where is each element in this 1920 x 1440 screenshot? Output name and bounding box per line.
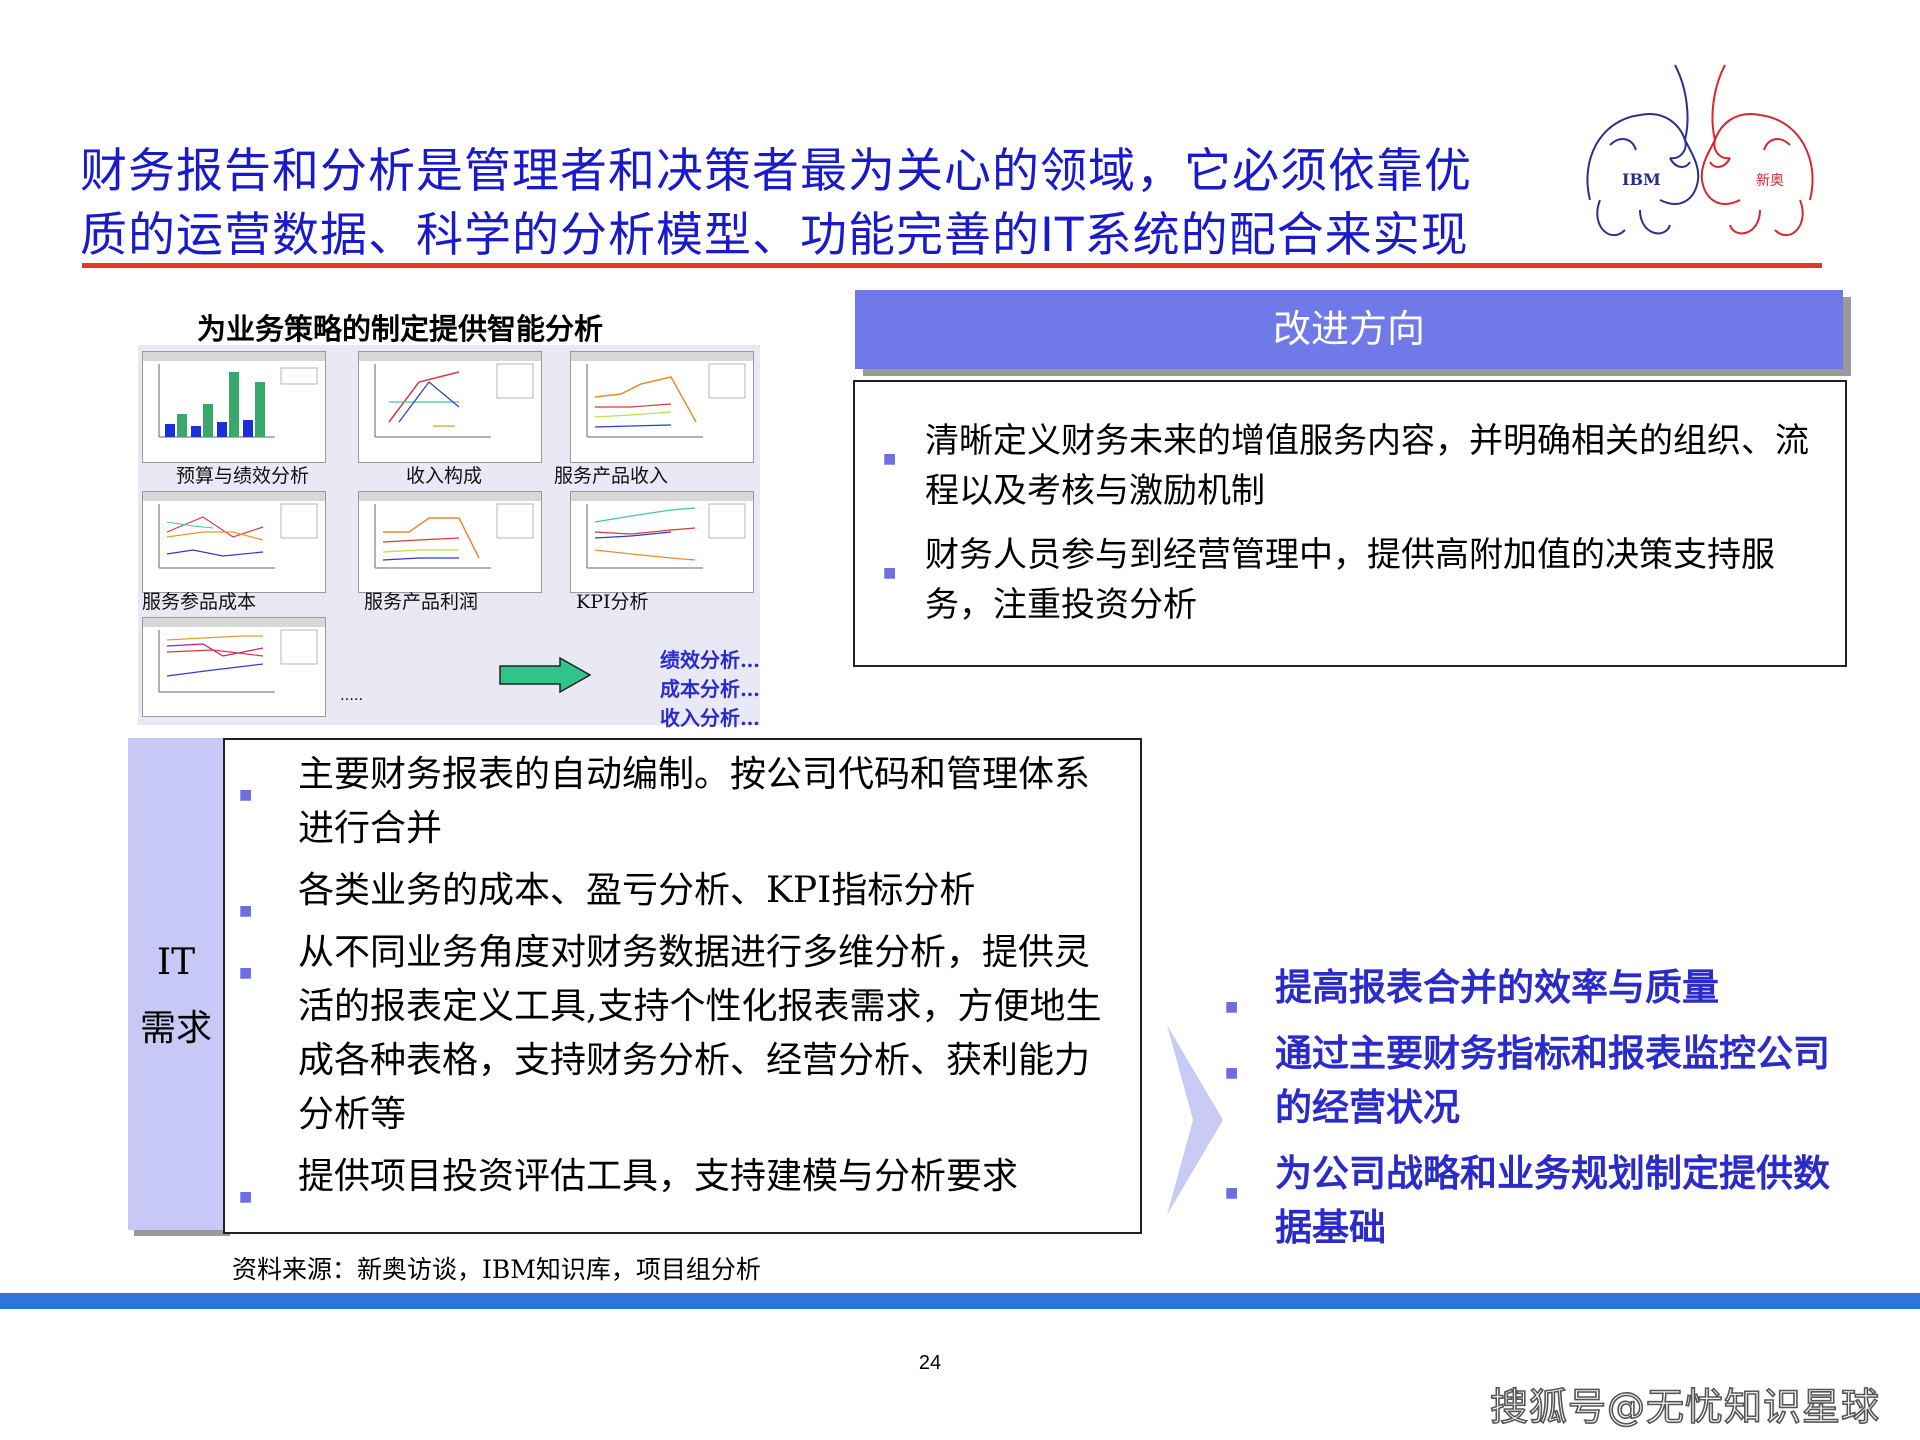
square-bullet-icon: ■	[239, 787, 253, 803]
page-number: 24	[918, 1352, 942, 1374]
list-item: ■ 主要财务报表的自动编制。按公司代码和管理体系进行合并	[239, 754, 1091, 849]
svg-text:新奥: 新奥	[1756, 172, 1784, 189]
thumbnail-chart[interactable]	[570, 491, 754, 593]
square-bullet-icon: ■	[239, 965, 253, 981]
list-item: ■ 为公司战略和业务规划制定提供数据基础	[1225, 1151, 1830, 1249]
it-requirements-box: ■ 主要财务报表的自动编制。按公司代码和管理体系进行合并 ■ 各类业务的成本、盈亏分…	[223, 738, 1142, 1234]
slide-title-line1: 财务报告和分析是管理者和决策者最为关心的领域，它必须依靠优	[80, 144, 1472, 199]
slide-title-line2: 质的运营数据、科学的分析模型、功能完善的IT系统的配合来实现	[80, 208, 1469, 263]
square-bullet-icon: ■	[883, 451, 897, 467]
analysis-link-cost[interactable]: 成本分析…	[600, 675, 760, 704]
line-chart-icon	[586, 363, 746, 438]
square-bullet-icon: ■	[883, 565, 897, 581]
analysis-link-revenue[interactable]: 收入分析…	[600, 704, 760, 733]
thumbnail-label: 收入构成	[406, 465, 483, 487]
thumbnail-chart[interactable]	[570, 351, 754, 463]
line-chart-icon	[586, 503, 746, 569]
list-item: ■ 通过主要财务指标和报表监控公司的经营状况	[1225, 1031, 1830, 1129]
slide-title: 财务报告和分析是管理者和决策者最为关心的领域，它必须依靠优 质的运营数据、科学的…	[80, 140, 1500, 268]
it-requirements-label: IT 需求	[139, 942, 212, 1049]
thumbnail-chart[interactable]	[142, 351, 326, 463]
it-requirements-list: ■ 主要财务报表的自动编制。按公司代码和管理体系进行合并 ■ 各类业务的成本、盈亏分…	[223, 740, 1123, 1205]
thumbnail-chart[interactable]	[358, 491, 542, 593]
analysis-links: 绩效分析… 成本分析… 收入分析…	[600, 646, 760, 733]
improvement-box: ■ 清晰定义财务未来的增值服务内容，并明确相关的组织、流程以及考核与激励机制 ■ 财…	[853, 380, 1847, 667]
thumbnail-label: 服务参品成本	[142, 591, 257, 613]
svg-text:IBM: IBM	[1622, 170, 1661, 189]
right-arrow-icon	[499, 656, 592, 694]
benefits-list: ■ 提高报表合并的效率与质量 ■ 通过主要财务指标和报表监控公司的经营状况 ■ 为公司…	[1215, 960, 1855, 1266]
list-item: ■ 财务人员参与到经营管理中，提供高附加值的决策支持服务，注重投资分析	[883, 535, 1775, 625]
list-item: ■ 提高报表合并的效率与质量	[1215, 960, 1855, 1015]
improvement-list: ■ 清晰定义财务未来的增值服务内容，并明确相关的组织、流程以及考核与激励机制 ■ 财…	[855, 416, 1830, 644]
line-chart-icon	[374, 363, 534, 438]
title-underline	[82, 263, 1822, 268]
analysis-heading: 为业务策略的制定提供智能分析	[196, 312, 603, 346]
thumbnail-label: 服务产品利润	[364, 591, 479, 613]
line-chart-icon	[374, 503, 534, 569]
source-note: 资料来源：新奥访谈，IBM知识库，项目组分析	[232, 1255, 761, 1284]
analysis-link-performance[interactable]: 绩效分析…	[600, 646, 760, 675]
thumbnail-label: 预算与绩效分析	[176, 465, 310, 487]
footer-bar	[0, 1293, 1920, 1309]
list-item: ■ 各类业务的成本、盈亏分析、KPI指标分析	[223, 864, 1123, 919]
ibm-elephants-logo: IBM 新奥	[1570, 50, 1830, 260]
list-item: ■ 从不同业务角度对财务数据进行多维分析，提供灵活的报表定义工具,支持个性化报表需…	[239, 932, 1102, 1135]
list-item: ■ 清晰定义财务未来的增值服务内容，并明确相关的组织、流程以及考核与激励机制	[883, 421, 1809, 511]
elephants-icon: IBM 新奥	[1586, 64, 1814, 237]
square-bullet-icon: ■	[1225, 1185, 1239, 1201]
square-bullet-icon: ■	[239, 1189, 253, 1205]
watermark: 搜狐号@无忧知识星球	[1489, 1384, 1881, 1430]
thumbnail-label: KPI分析	[576, 591, 649, 613]
thumbnail-chart[interactable]	[142, 617, 326, 717]
line-chart-icon	[158, 503, 318, 569]
thumbnail-chart[interactable]	[358, 351, 542, 463]
square-bullet-icon: ■	[1225, 1065, 1239, 1081]
improvement-header: 改进方向	[855, 290, 1843, 369]
thumbnail-chart[interactable]	[142, 491, 326, 593]
list-item: ■ 提供项目投资评估工具，支持建模与分析要求	[223, 1150, 1123, 1205]
line-chart-icon	[158, 629, 318, 693]
bar-chart-icon	[158, 364, 318, 438]
thumbnail-label: 服务产品收入	[554, 465, 669, 487]
more-ellipsis: …..	[340, 688, 363, 704]
